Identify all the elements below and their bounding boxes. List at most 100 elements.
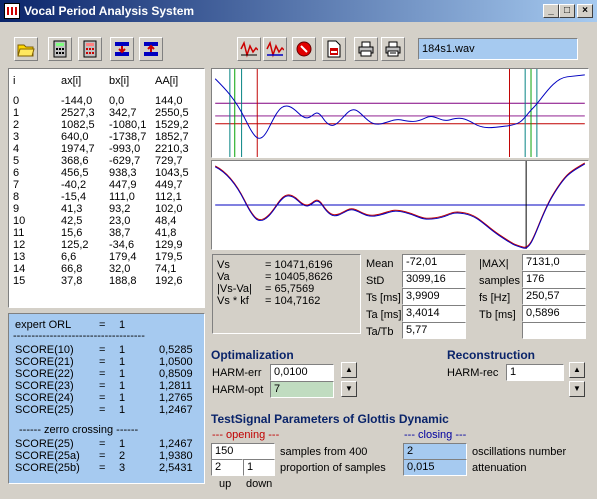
score-val: 1,9380 [159,450,193,462]
harm-rec-field[interactable]: 1 [506,364,564,381]
cell-ax: 2527,3 [61,107,95,119]
cell-index: 0 [13,95,20,107]
tatb-field[interactable]: 5,77 [402,322,466,339]
waveform-blue-button[interactable] [263,37,287,61]
cell-ax: 368,6 [61,155,89,167]
ta-field[interactable]: 3,4014 [402,305,466,322]
separator: ------------------------------------ [9,330,206,342]
zero-crossing-separator: ------ zerro crossing ------ [9,424,206,436]
app-icon [4,3,20,19]
score-eq: = [99,380,106,392]
cell-index: 7 [13,179,20,191]
maximize-button[interactable]: □ [559,4,575,18]
score-val: 1,2467 [159,404,193,416]
samples-label: samples [479,275,520,287]
extra-field[interactable] [522,322,586,339]
stop-button[interactable] [292,37,316,61]
cell-bx: -993,0 [109,143,141,155]
calculator-red-button[interactable] [78,37,102,61]
score-label: SCORE(24) [15,392,74,404]
score-cls: 1 [119,404,126,416]
mean-field[interactable]: -72,01 [402,254,466,271]
harm-err-field[interactable]: 0,0100 [270,364,334,381]
cell-ax: 37,8 [61,275,83,287]
print-preview-button[interactable] [381,37,405,61]
cell-aa: 41,8 [155,227,177,239]
waveform-red-button[interactable] [237,37,261,61]
transfer-down-icon [115,42,129,56]
score-panel: expert ORL = 1 -------------------------… [8,313,205,484]
down-field[interactable]: 1 [243,459,275,476]
vs-row: Vs * kf = 104,7162 [217,295,357,307]
cell-index: 14 [13,263,26,275]
cell-aa: 48,4 [155,215,177,227]
up-field[interactable]: 2 [211,459,243,476]
title-bar: Vocal Period Analysis System _ □ × [0,0,597,22]
rec-up-button[interactable]: ▲ [569,362,585,378]
attenuation-field[interactable]: 0,015 [403,459,467,476]
score-eq: = [99,344,106,356]
score-row: SCORE(25b) = 3 2,5431 [9,462,206,474]
harm-up-button[interactable]: ▲ [341,362,357,378]
filename-field[interactable]: 184s1.wav [418,38,578,60]
cell-aa: 102,0 [155,203,183,215]
score-label: SCORE(25b) [15,462,80,474]
cell-aa: 112,1 [155,191,182,203]
cell-index: 8 [13,191,20,203]
calculator-button[interactable] [48,37,72,61]
cell-index: 10 [13,215,26,227]
table-row: 2 1082,5 -1080,1 1529,2 [9,119,206,131]
cell-aa: 1529,2 [155,119,189,131]
print-button[interactable] [354,37,378,61]
tb-field[interactable]: 0,5896 [522,305,586,322]
column-header-ax: ax[i] [61,75,82,87]
stop-icon [296,41,312,57]
signal-waveform [214,74,585,139]
table-row: 9 41,3 93,2 102,0 [9,203,206,215]
vs-value: = 65,7569 [265,283,315,295]
score-label: SCORE(22) [15,368,74,380]
transfer-up-button[interactable] [139,37,163,61]
cell-aa: 144,0 [155,95,183,107]
fs-field[interactable]: 250,57 [522,288,586,305]
minimize-button[interactable]: _ [543,4,559,18]
score-val: 1,2765 [159,392,193,404]
score-cls: 1 [119,380,126,392]
cell-index: 13 [13,251,26,263]
cell-bx: 32,0 [109,263,131,275]
harm-opt-label: HARM-opt [212,384,264,396]
harm-down-button[interactable]: ▼ [341,381,357,397]
samples-from-field[interactable]: 150 [211,443,275,460]
separator-text: ------------------------------------ [13,330,145,342]
waveform-blue-icon [266,40,284,58]
cell-ax: -40,2 [61,179,87,191]
cell-ax: 456,5 [61,167,89,179]
oscillations-field[interactable]: 2 [403,443,467,460]
cell-ax: 66,8 [61,263,83,275]
score-label: SCORE(25) [15,438,74,450]
save-document-button[interactable] [322,37,346,61]
table-row: 0 -144,0 0,0 144,0 [9,95,206,107]
close-button[interactable]: × [577,4,593,18]
score-val: 2,5431 [159,462,193,474]
cell-index: 9 [13,203,20,215]
ts-field[interactable]: 3,9909 [402,288,466,305]
vs-row: |Vs-Va| = 65,7569 [217,283,357,295]
vs-row: Va = 10405,8626 [217,271,357,283]
cell-index: 3 [13,131,20,143]
printer-preview-icon [385,41,401,57]
samples-field[interactable]: 176 [522,271,586,288]
open-folder-icon [17,44,35,57]
cell-index: 2 [13,119,20,131]
std-field[interactable]: 3099,16 [402,271,466,288]
samples-from-label: samples from 400 [280,446,368,458]
open-folder-button[interactable] [14,37,38,61]
cell-ax: 125,2 [61,239,89,251]
transfer-down-button[interactable] [110,37,134,61]
window-title: Vocal Period Analysis System [24,4,195,18]
max-field[interactable]: 7131,0 [522,254,586,271]
save-document-icon [327,40,341,58]
harm-opt-field[interactable]: 7 [270,381,334,398]
rec-down-button[interactable]: ▼ [569,381,585,397]
cell-bx: 447,9 [109,179,137,191]
